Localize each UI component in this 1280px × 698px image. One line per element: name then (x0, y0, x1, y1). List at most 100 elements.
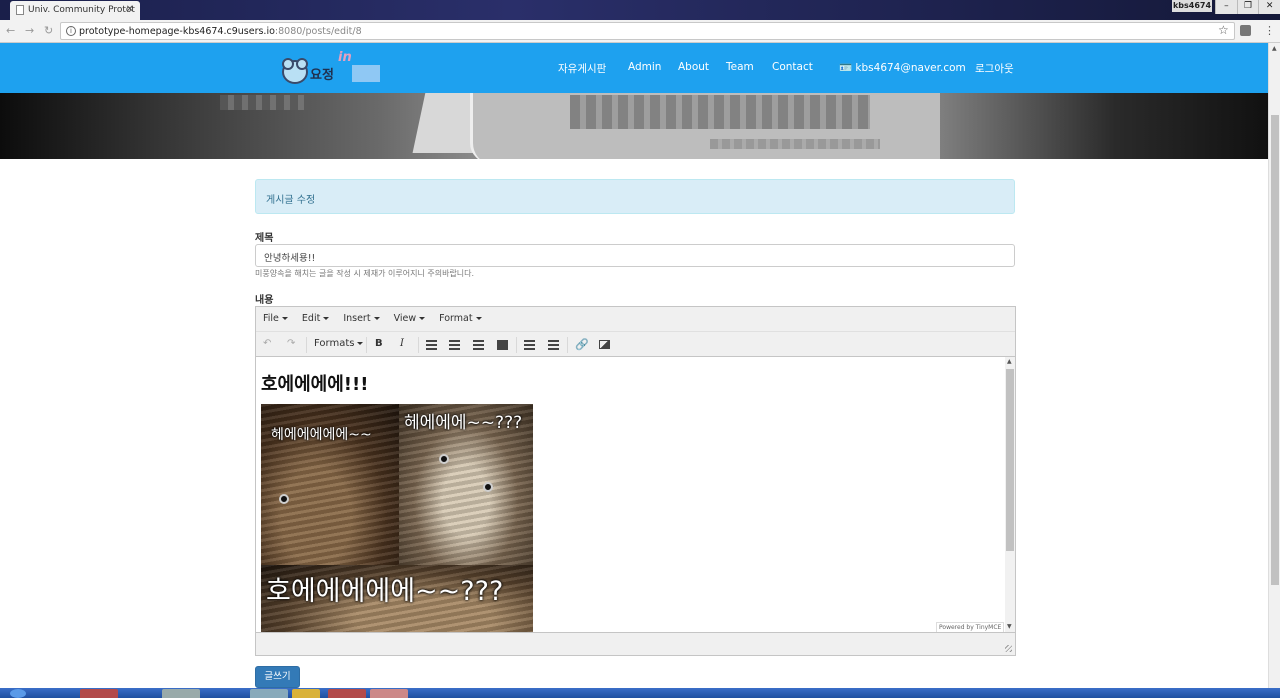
browser-menu-icon[interactable]: ⋮ (1264, 24, 1275, 37)
scrollbar-thumb[interactable] (1271, 115, 1279, 585)
form-header: 게시글 수정 (255, 179, 1015, 214)
editor-content-area[interactable]: 호에에에에!!! 헤에에에에에~~ 헤에에에~~??? 호에에에에에~~??? … (256, 356, 1015, 632)
taskbar-app[interactable] (370, 689, 408, 698)
meme-caption-top-right: 헤에에에~~??? (404, 413, 523, 433)
bookmark-star-icon[interactable]: ☆ (1218, 23, 1229, 37)
taskbar-app[interactable] (162, 689, 200, 698)
taskbar-app[interactable] (328, 689, 366, 698)
menu-edit[interactable]: Edit (302, 313, 330, 331)
address-bar-row: ← → ↻ i prototype-homepage-kbs4674.c9use… (0, 20, 1280, 43)
link-icon[interactable]: 🔗 (575, 338, 589, 351)
editor-scrollbar[interactable]: ▲ ▼ (1005, 357, 1015, 632)
redo-icon[interactable]: ↷ (287, 338, 295, 349)
menu-insert[interactable]: Insert (343, 313, 380, 331)
caret-icon (475, 317, 482, 320)
extension-icon[interactable] (1240, 25, 1251, 36)
taskbar-app[interactable] (250, 689, 288, 698)
os-taskbar (0, 688, 1280, 698)
hero-banner (0, 93, 1268, 159)
nav-link-contact[interactable]: Contact (772, 61, 813, 73)
align-left-icon[interactable] (426, 340, 437, 350)
start-icon[interactable] (10, 689, 26, 698)
rich-text-editor: File Edit Insert View Format ↶ ↷ Formats… (255, 306, 1016, 656)
align-justify-icon[interactable] (497, 340, 508, 350)
info-icon[interactable]: i (66, 26, 76, 36)
close-window-button[interactable]: ✕ (1258, 0, 1280, 14)
logo-superscript: in (338, 50, 352, 65)
blurred-text (220, 95, 310, 110)
profile-chip[interactable]: kbs4674 (1172, 0, 1212, 12)
page-scrollbar[interactable]: ▲ (1268, 43, 1280, 688)
bold-button[interactable]: B (375, 338, 383, 349)
back-arrow-icon[interactable]: ← (6, 24, 15, 37)
resize-handle-icon[interactable] (1005, 645, 1012, 652)
minimize-button[interactable]: – (1215, 0, 1237, 14)
email-text: kbs4674@naver.com (855, 62, 966, 74)
logo-blurred-part (352, 65, 380, 82)
reload-icon[interactable]: ↻ (44, 24, 53, 37)
meme-image[interactable]: 헤에에에에에~~ 헤에에에~~??? 호에에에에에~~??? (261, 404, 533, 632)
caret-icon (419, 317, 426, 320)
image-icon[interactable] (599, 340, 610, 349)
outdent-icon[interactable] (524, 340, 535, 350)
menu-format-label: Format (439, 313, 473, 324)
powered-by-badge[interactable]: Powered by TinyMCE (936, 622, 1005, 632)
bird-eye (439, 454, 449, 464)
taskbar-app[interactable] (292, 689, 320, 698)
meme-panel-top-right: 헤에에에~~??? (399, 404, 533, 565)
menu-view[interactable]: View (394, 313, 426, 331)
title-label: 제목 (255, 233, 274, 244)
menu-file[interactable]: File (263, 313, 288, 331)
document-icon (16, 5, 24, 15)
caret-icon (281, 317, 288, 320)
menu-insert-label: Insert (343, 313, 371, 324)
menu-format[interactable]: Format (439, 313, 482, 331)
blurred-subtitle (710, 139, 880, 149)
editor-toolbar: ↶ ↷ Formats B I 🔗 (256, 331, 1015, 356)
italic-button[interactable]: I (400, 338, 404, 349)
align-center-icon[interactable] (449, 340, 460, 350)
meme-panel-bottom: 호에에에에에~~??? (261, 565, 533, 632)
bear-logo-icon (282, 58, 308, 84)
toolbar-divider (516, 337, 517, 353)
site-navbar: 요정 in 자유게시판 Admin About Team Contact 🪪 k… (0, 43, 1268, 93)
forward-arrow-icon[interactable]: → (25, 24, 34, 37)
scroll-up-icon[interactable]: ▲ (1272, 45, 1277, 52)
logo-text: 요정 (310, 68, 334, 83)
blurred-title (570, 95, 870, 129)
window-controls: – ❐ ✕ (1215, 0, 1280, 14)
caret-icon (323, 317, 330, 320)
tab-close-icon[interactable]: ✕ (126, 4, 134, 15)
content-label: 내용 (255, 295, 274, 306)
bird-eye (279, 494, 289, 504)
indent-icon[interactable] (548, 340, 559, 350)
meme-caption-top-left: 헤에에에에에~~ (271, 427, 372, 443)
restore-button[interactable]: ❐ (1236, 0, 1259, 14)
scroll-down-icon[interactable]: ▼ (1007, 623, 1012, 630)
url-input[interactable]: i prototype-homepage-kbs4674.c9users.io:… (60, 22, 1235, 40)
nav-link-admin[interactable]: Admin (628, 61, 661, 73)
content-heading: 호에에에에!!! (261, 374, 369, 395)
browser-tab[interactable]: Univ. Community Protot ✕ (10, 1, 140, 20)
taskbar-app[interactable] (80, 689, 118, 698)
nav-link-about[interactable]: About (678, 61, 709, 73)
scroll-up-icon[interactable]: ▲ (1007, 358, 1012, 365)
nav-link-board[interactable]: 자유게시판 (558, 61, 606, 76)
formats-dropdown[interactable]: Formats (314, 338, 364, 349)
editor-statusbar (256, 632, 1015, 655)
site-logo[interactable]: 요정 in (280, 50, 380, 88)
formats-label: Formats (314, 338, 355, 349)
editor-menubar: File Edit Insert View Format (256, 307, 1015, 331)
undo-icon[interactable]: ↶ (263, 338, 271, 349)
nav-link-team[interactable]: Team (726, 61, 754, 73)
editor-scrollbar-thumb[interactable] (1006, 369, 1014, 551)
meme-panel-top-left: 헤에에에에에~~ (261, 404, 399, 565)
toolbar-divider (567, 337, 568, 353)
toolbar-divider (418, 337, 419, 353)
bird-eye (483, 482, 493, 492)
title-input[interactable]: 안녕하세용!! (255, 244, 1015, 267)
nav-logout[interactable]: 로그아웃 (975, 61, 1014, 76)
align-right-icon[interactable] (473, 340, 484, 350)
nav-email[interactable]: 🪪 kbs4674@naver.com (839, 61, 966, 74)
submit-button[interactable]: 글쓰기 (255, 666, 300, 688)
